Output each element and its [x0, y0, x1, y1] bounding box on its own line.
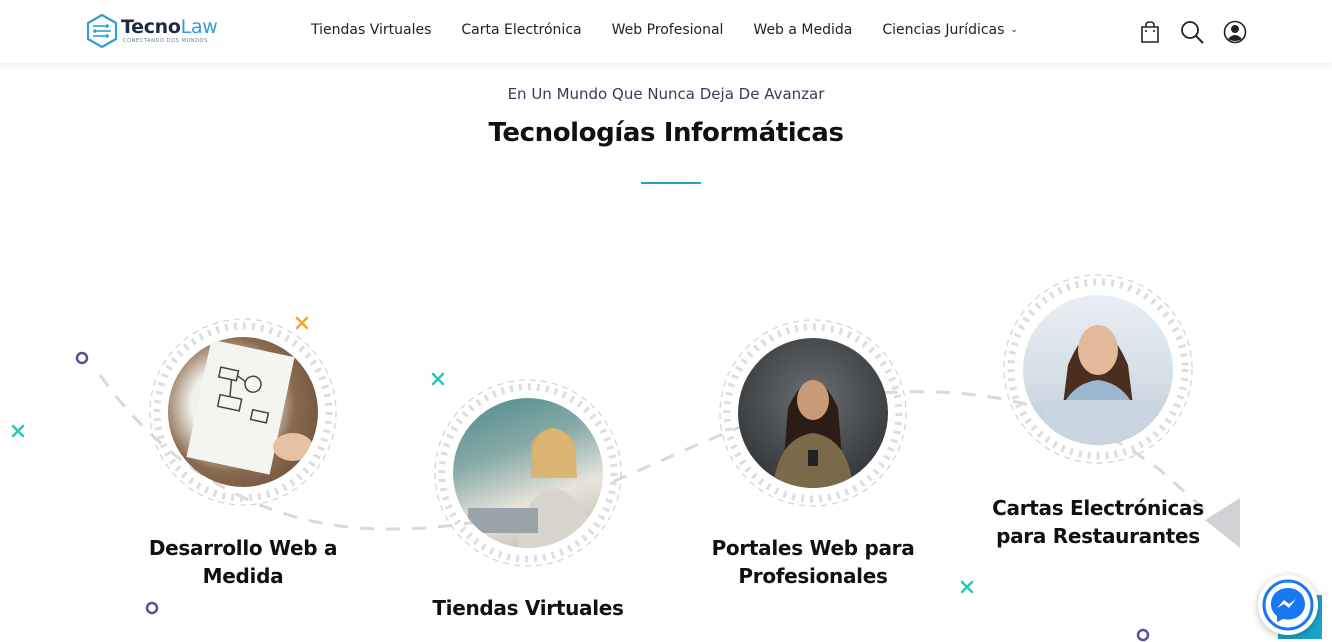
- section-eyebrow: En Un Mundo Que Nunca Deja De Avanzar: [507, 85, 825, 103]
- service-title: Desarrollo Web a Medida: [148, 536, 338, 588]
- service-title: Tiendas Virtuales: [432, 596, 624, 620]
- service-title: Cartas Electrónicas para Restaurantes: [992, 496, 1204, 548]
- photo-woman-with-phone: [738, 338, 888, 488]
- section-title: Tecnologías Informáticas: [488, 118, 844, 148]
- chevron-down-icon: ⌄: [1010, 25, 1018, 35]
- site-header: TecnoLaw CONECTANDO DOS MUNDOS Tiendas V…: [0, 0, 1332, 63]
- main-nav: Tiendas Virtuales Carta Electrónica Web …: [311, 22, 1048, 38]
- nav-item-ciencias-juridicas[interactable]: Ciencias Jurídicas ⌄: [882, 22, 1018, 38]
- messenger-icon: [1262, 579, 1314, 631]
- brand-name: TecnoLaw: [121, 16, 218, 38]
- brand-logo[interactable]: TecnoLaw CONECTANDO DOS MUNDOS: [87, 14, 218, 48]
- nav-item-carta-electronica[interactable]: Carta Electrónica: [461, 22, 581, 38]
- search-icon[interactable]: [1180, 20, 1204, 44]
- photo-smiling-woman: [1023, 295, 1173, 445]
- nav-item-tiendas-virtuales[interactable]: Tiendas Virtuales: [311, 22, 431, 38]
- user-account-icon[interactable]: [1223, 20, 1247, 44]
- logo-hexagon-icon: [87, 14, 117, 48]
- photo-flowchart-notebook: [168, 337, 318, 487]
- title-underline: [641, 182, 701, 184]
- nav-item-web-a-medida[interactable]: Web a Medida: [753, 22, 852, 38]
- shopping-bag-icon[interactable]: [1138, 20, 1162, 44]
- brand-tagline: CONECTANDO DOS MUNDOS: [123, 38, 208, 44]
- messenger-chat-button[interactable]: [1258, 575, 1318, 635]
- photo-woman-at-laptop: [453, 398, 603, 548]
- service-title: Portales Web para Profesionales: [711, 536, 915, 588]
- nav-item-web-profesional[interactable]: Web Profesional: [612, 22, 724, 38]
